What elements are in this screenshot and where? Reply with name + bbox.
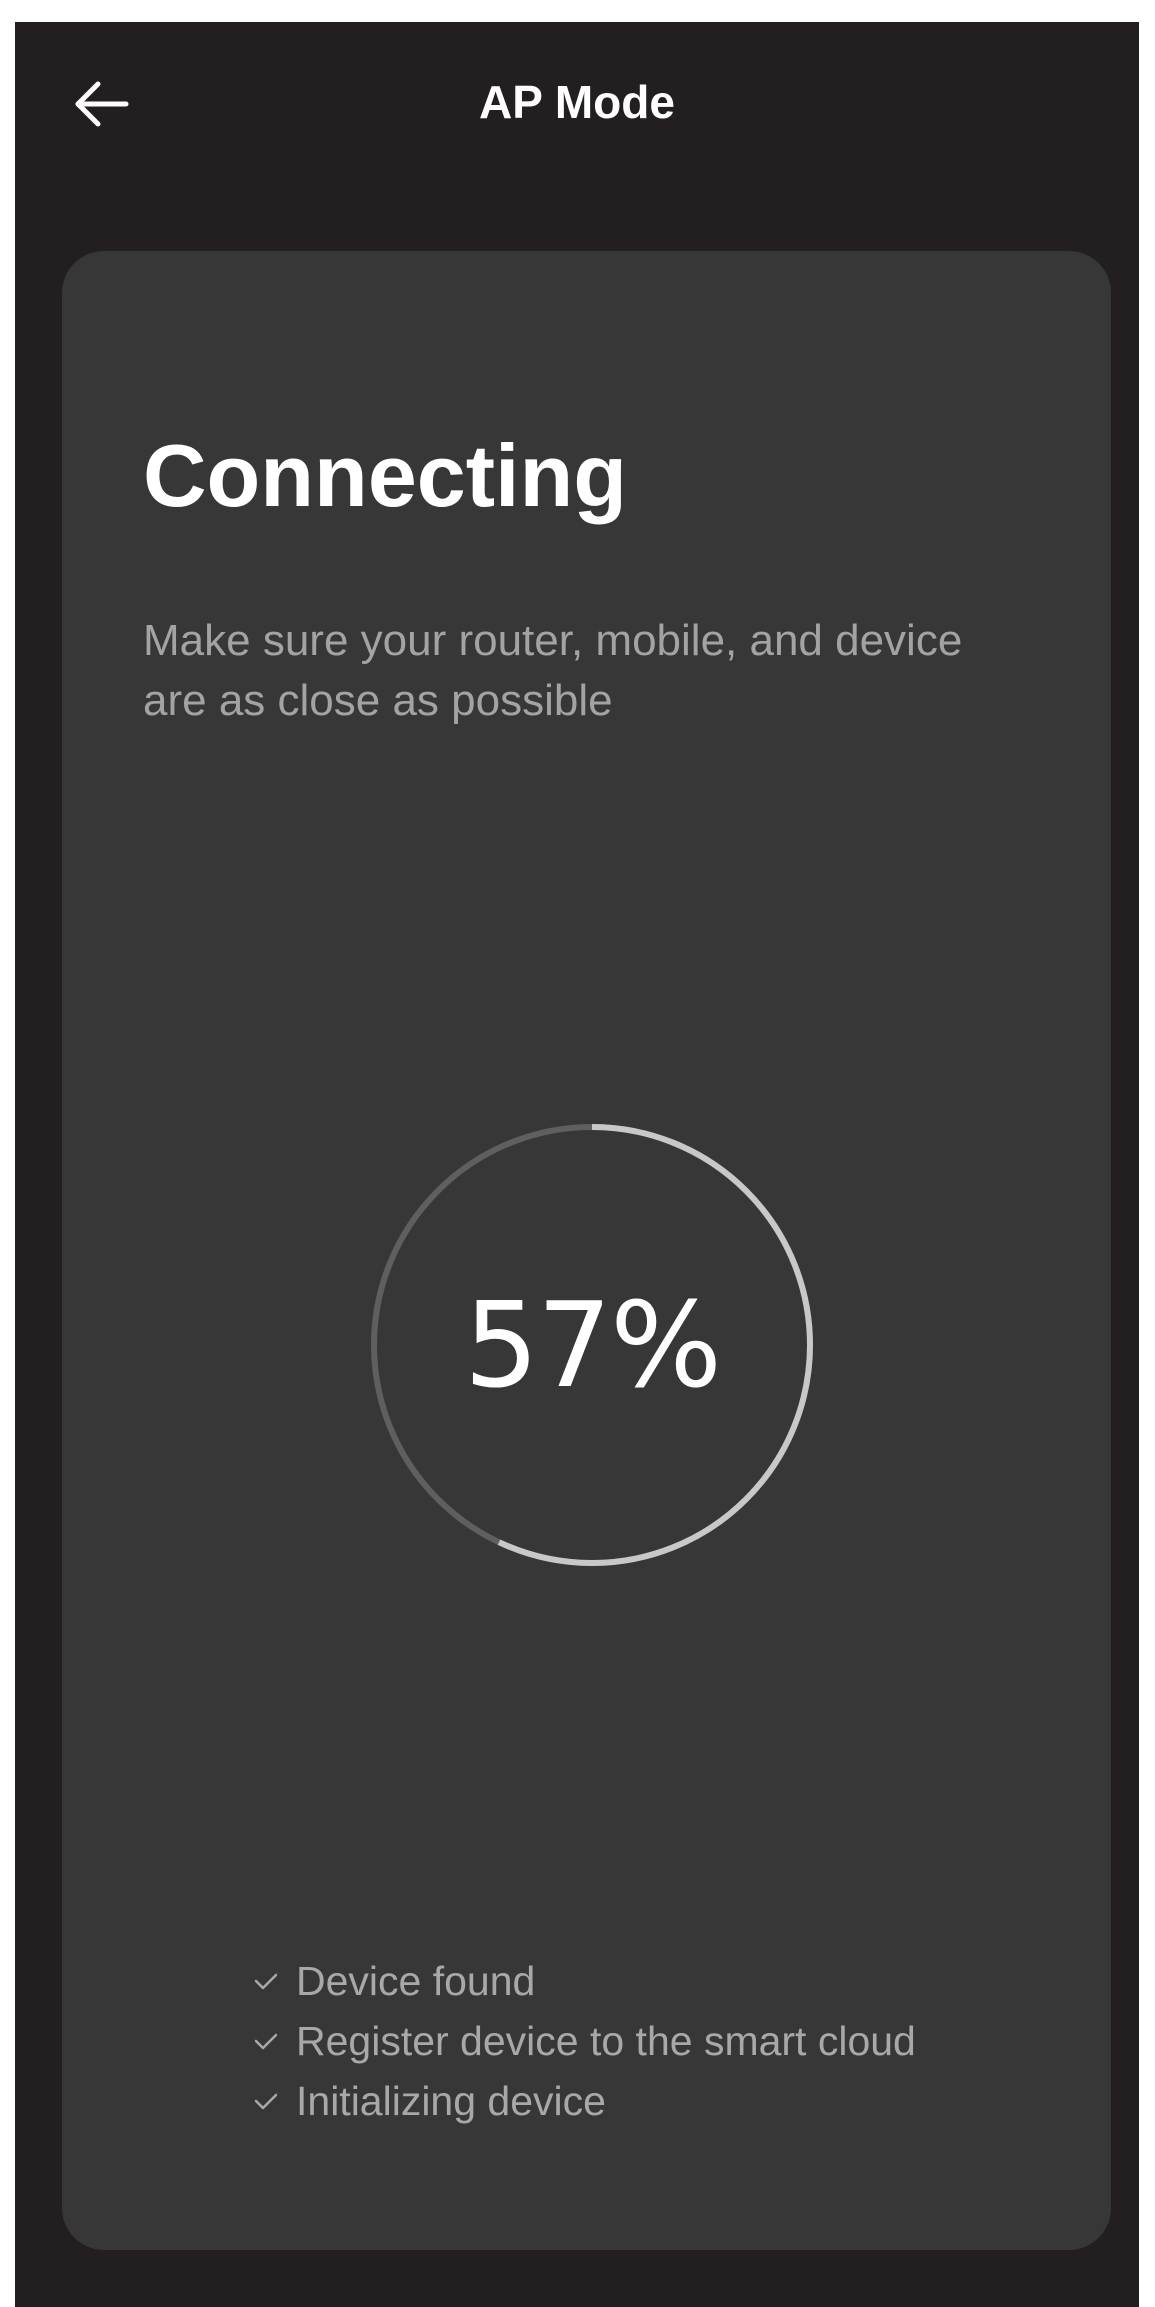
check-icon: [254, 1973, 278, 1990]
page-title: AP Mode: [479, 76, 675, 128]
check-icon: [254, 2033, 278, 2050]
step-item: Device found: [252, 1951, 916, 2011]
step-item: Register device to the smart cloud: [252, 2011, 916, 2071]
connection-steps: Device found Register device to the smart…: [252, 1951, 916, 2131]
step-label: Register device to the smart cloud: [296, 2018, 916, 2064]
progress-ring: 57%: [362, 1115, 822, 1575]
step-item: Initializing device: [252, 2071, 916, 2131]
connection-card: Connecting Make sure your router, mobile…: [62, 251, 1111, 2250]
check-icon: [254, 2093, 278, 2110]
progress-percentage: 57%: [463, 1276, 722, 1414]
card-title: Connecting: [143, 426, 627, 525]
card-description: Make sure your router, mobile, and devic…: [143, 616, 963, 725]
step-label: Initializing device: [296, 2078, 606, 2124]
step-label: Device found: [296, 1958, 536, 2004]
app-screen: AP Mode Connecting Make sure your router…: [15, 22, 1139, 2307]
app-header: AP Mode: [15, 22, 1139, 182]
